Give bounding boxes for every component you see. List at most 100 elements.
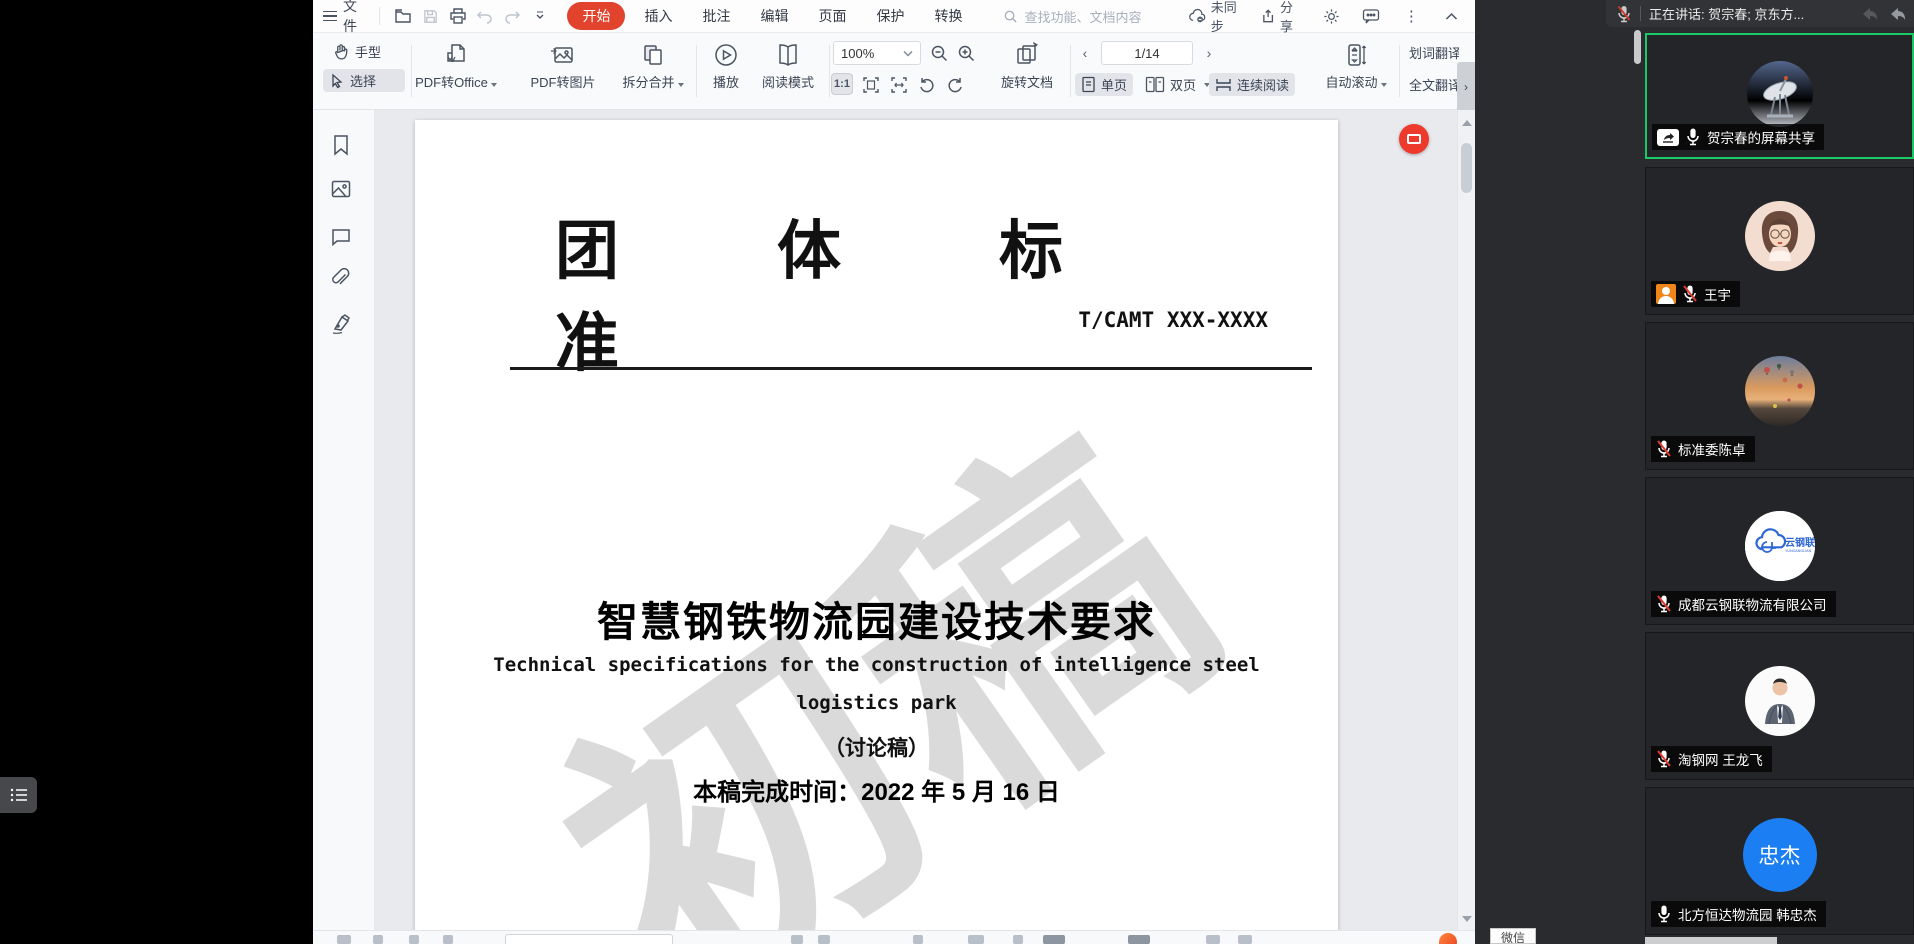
comment-panel-icon[interactable] <box>329 225 355 251</box>
signature-pen-icon[interactable] <box>329 312 355 338</box>
split-merge-icon <box>639 41 667 69</box>
fit-page-button[interactable] <box>859 73 883 97</box>
actual-size-button[interactable]: 1:1 <box>831 73 853 95</box>
tab-protect[interactable]: 保护 <box>865 3 915 29</box>
collapse-side-panel-button[interactable]: › <box>1457 62 1475 112</box>
avatar-initials: 忠杰 <box>1759 840 1801 870</box>
tab-edit[interactable]: 编辑 <box>749 3 799 29</box>
tab-convert[interactable]: 转换 <box>923 3 973 29</box>
redo-icon[interactable] <box>503 6 522 26</box>
prev-page-button[interactable]: ‹ <box>1075 41 1095 65</box>
zoom-level-select[interactable]: 100% <box>833 41 921 65</box>
main-menu-icon[interactable] <box>323 11 337 22</box>
search-input[interactable]: 查找功能、文档内容 <box>1003 7 1187 26</box>
next-page-button[interactable]: › <box>1199 41 1219 65</box>
completion-date: 本稿完成时间：2022 年 5 月 16 日 <box>415 772 1338 807</box>
open-file-icon[interactable] <box>393 6 412 26</box>
rotate-ccw-button[interactable] <box>915 73 939 97</box>
pdf-to-office-button[interactable]: PDF转Office <box>405 41 507 91</box>
full-translate-button[interactable]: 全文翻译 <box>1405 75 1459 94</box>
participant-name-badge: 淘钢网 王龙飞 <box>1651 746 1772 772</box>
undo-icon[interactable] <box>475 6 494 26</box>
participants-scrollbar-thumb[interactable] <box>1634 30 1641 64</box>
zoom-out-button[interactable] <box>927 41 951 65</box>
read-mode-button[interactable]: 阅读模式 <box>749 41 827 91</box>
settings-gear-icon[interactable] <box>1322 6 1341 26</box>
standard-type-heading: 团体标准 <box>555 200 1265 384</box>
rotate-cw-button[interactable] <box>943 73 967 97</box>
floating-list-button[interactable] <box>0 777 37 813</box>
bookmark-icon[interactable] <box>329 133 355 159</box>
wechat-taskbar-tooltip[interactable]: 微信 <box>1490 928 1536 944</box>
scroll-up-arrow[interactable] <box>1462 120 1472 126</box>
participant-tile[interactable]: 贺宗春的屏幕共享 <box>1645 33 1914 159</box>
play-button[interactable]: 播放 <box>703 41 749 91</box>
select-tool-button[interactable]: 选择 <box>323 69 405 92</box>
continuous-read-icon <box>1215 77 1232 93</box>
draft-note: （讨论稿） <box>415 732 1338 762</box>
taskbar-app-icon[interactable] <box>1439 933 1457 944</box>
participant-tile[interactable]: 标准委陈卓 <box>1645 322 1914 470</box>
pdf-app-window: 文件 开始 插入 批注 编辑 <box>313 0 1475 944</box>
zoom-in-button[interactable] <box>954 41 978 65</box>
chevron-down-icon <box>903 50 913 57</box>
standard-code: T/CAMT XXX-XXXX <box>1078 308 1268 332</box>
avatar-man-in-suit <box>1745 666 1815 736</box>
dropdown-caret <box>678 83 684 87</box>
document-canvas[interactable]: 初稿 团体标准 T/CAMT XXX-XXXX 智慧钢铁物流园建设技术要求 Te… <box>375 110 1457 930</box>
muted-mic-icon <box>1616 4 1632 24</box>
fit-width-button[interactable] <box>887 73 911 97</box>
collapse-ribbon-icon[interactable] <box>1442 6 1461 26</box>
participant-tile[interactable]: 淘钢网 王龙飞 <box>1645 632 1914 780</box>
word-translate-button[interactable]: 划词翻译 <box>1405 43 1459 62</box>
participant-tile[interactable]: 云钢联YUNGANGLIAN 成都云钢联物流有限公司 <box>1645 477 1914 625</box>
cloud-unsynced-icon <box>1188 8 1207 24</box>
tab-insert[interactable]: 插入 <box>633 3 683 29</box>
more-options-icon[interactable]: ⋮ <box>1402 6 1421 26</box>
page-indicator[interactable]: 1/14 <box>1101 41 1193 65</box>
participant-tile[interactable]: 忠杰 北方恒达物流园 韩忠杰 <box>1645 787 1914 935</box>
auto-scroll-button[interactable]: 自动滚动 <box>1317 41 1395 91</box>
tab-home[interactable]: 开始 <box>567 2 625 30</box>
feedback-chat-icon[interactable] <box>1362 6 1381 26</box>
avatar-company-logo: 云钢联YUNGANGLIAN <box>1745 511 1815 581</box>
participant-tile[interactable]: 王宇 <box>1645 167 1914 315</box>
bottom-status-bar <box>313 930 1475 944</box>
hand-tool-button[interactable]: 手型 <box>327 40 387 63</box>
participant-name-badge: 贺宗春的屏幕共享 <box>1652 124 1824 150</box>
cursor-icon <box>329 73 345 89</box>
avatar-illustrated-woman <box>1745 201 1815 271</box>
single-page-button[interactable]: 单页 <box>1075 73 1133 96</box>
file-menu[interactable]: 文件 <box>343 0 370 36</box>
document-subtitle-en-2: logistics park <box>415 692 1338 714</box>
tab-comment[interactable]: 批注 <box>691 3 741 29</box>
taskbar-peek-strip <box>1645 937 1777 944</box>
share-button[interactable]: 分享 <box>1261 0 1305 35</box>
pdf-page: 初稿 团体标准 T/CAMT XXX-XXXX 智慧钢铁物流园建设技术要求 Te… <box>415 120 1338 930</box>
quickbar-dropdown-icon[interactable] <box>530 6 549 26</box>
continuous-read-button[interactable]: 连续阅读 <box>1209 73 1295 96</box>
avatar-satellite-dish <box>1747 61 1813 127</box>
scroll-down-arrow[interactable] <box>1462 916 1472 922</box>
print-icon[interactable] <box>448 6 467 26</box>
participant-name-badge: 成都云钢联物流有限公司 <box>1651 591 1836 617</box>
scrollbar-thumb[interactable] <box>1461 143 1472 193</box>
meeting-panel: 正在讲话: 贺宗春; 京东方... 贺宗春的屏幕共享 <box>1475 0 1914 944</box>
screen-share-icon <box>1657 129 1679 146</box>
screen: 文件 开始 插入 批注 编辑 <box>0 0 1914 944</box>
rotate-document-button[interactable]: 旋转文档 <box>989 41 1065 91</box>
double-page-button[interactable]: 双页 <box>1139 73 1216 96</box>
document-scrollbar[interactable] <box>1457 110 1475 930</box>
pdf-to-image-icon <box>549 41 577 69</box>
attachment-icon[interactable] <box>329 267 355 293</box>
status-search-input[interactable] <box>505 934 673 944</box>
tab-page[interactable]: 页面 <box>807 3 857 29</box>
save-icon[interactable] <box>421 6 440 26</box>
participant-name-badge: 王宇 <box>1651 281 1740 307</box>
red-floating-tool-badge[interactable] <box>1399 124 1429 154</box>
split-merge-button[interactable]: 拆分合并 <box>613 41 693 91</box>
image-panel-icon[interactable] <box>329 177 355 203</box>
pdf-to-image-button[interactable]: PDF转图片 <box>515 41 611 91</box>
mic-muted-icon <box>1656 749 1672 769</box>
sync-status[interactable]: 未同步 <box>1188 0 1248 35</box>
